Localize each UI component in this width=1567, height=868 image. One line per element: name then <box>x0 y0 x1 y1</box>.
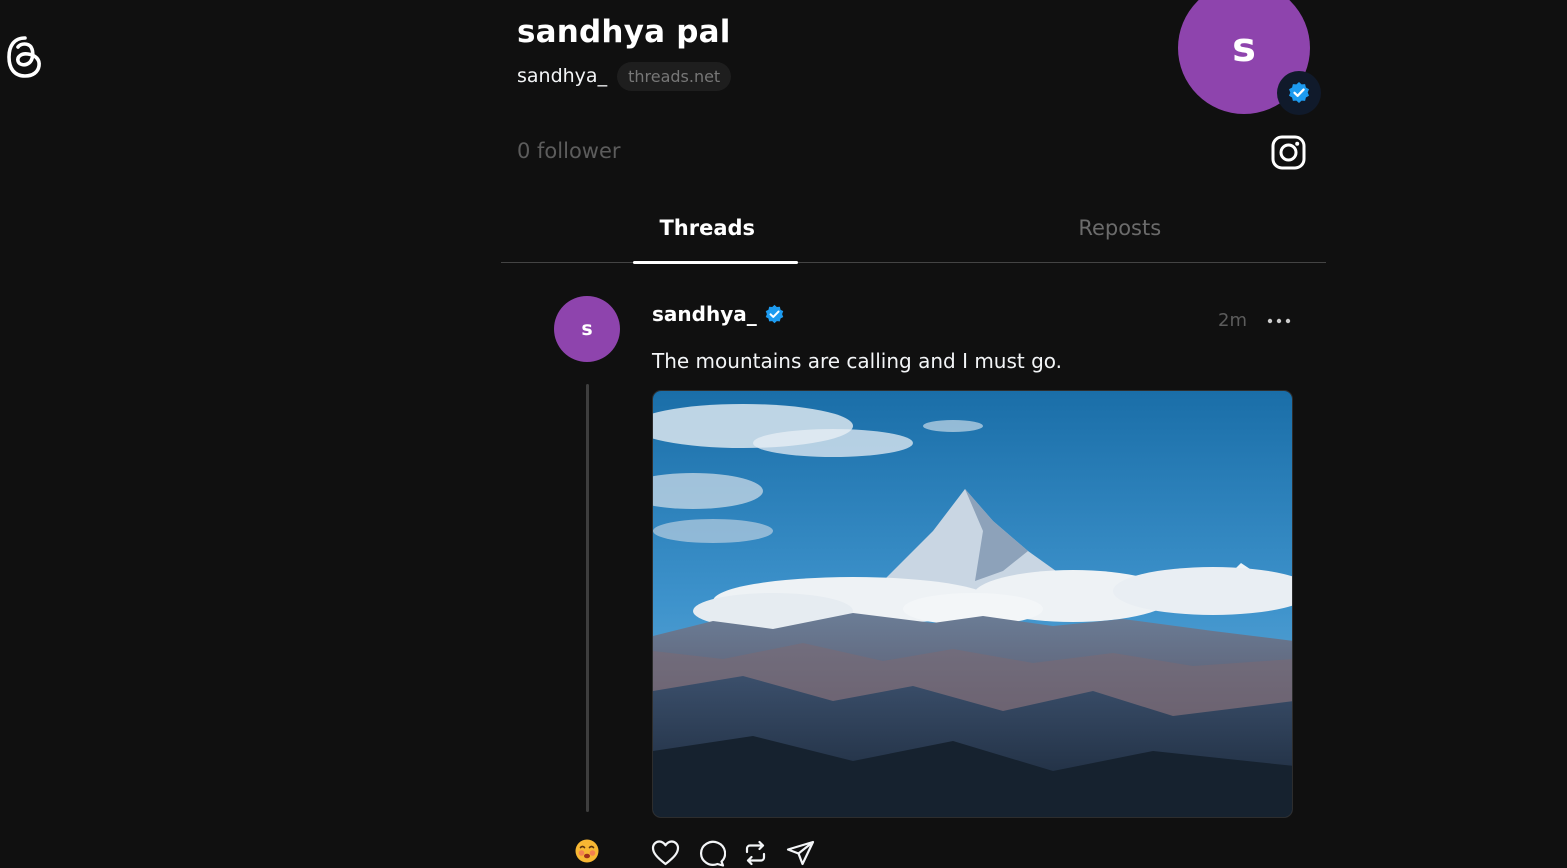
verified-badge-icon <box>1289 82 1309 103</box>
post-username[interactable]: sandhya_ <box>652 302 757 326</box>
post-avatar[interactable]: s <box>554 296 620 362</box>
post-timestamp: 2m <box>1218 310 1247 331</box>
tab-reposts-label: Reposts <box>1078 216 1162 240</box>
thread-line <box>586 384 589 812</box>
post-image[interactable] <box>652 390 1293 818</box>
active-tab-indicator <box>633 261 798 264</box>
profile-name: sandhya pal <box>517 14 731 50</box>
tab-threads-label: Threads <box>659 216 756 240</box>
threads-logo-icon[interactable] <box>4 34 46 80</box>
post-actions <box>650 838 816 868</box>
more-options-icon[interactable] <box>1265 311 1293 331</box>
heart-icon[interactable] <box>650 838 681 868</box>
profile-verified-badge <box>1277 71 1321 115</box>
repost-icon[interactable] <box>740 838 771 868</box>
post-avatar-initial: s <box>581 318 593 340</box>
profile-handle-row: sandhya_ threads.net <box>517 60 732 92</box>
post-author: sandhya_ <box>652 302 785 326</box>
instagram-icon[interactable] <box>1270 134 1307 171</box>
share-icon[interactable] <box>785 838 816 868</box>
blushing-face-emoji-icon <box>575 839 599 863</box>
verified-badge-icon <box>765 304 783 323</box>
tab-reposts[interactable]: Reposts <box>914 206 1327 262</box>
comment-icon[interactable] <box>695 838 726 868</box>
domain-badge[interactable]: threads.net <box>617 61 732 91</box>
profile-handle: sandhya_ <box>517 65 608 87</box>
mountain-photo <box>653 391 1292 817</box>
post-text: The mountains are calling and I must go. <box>652 349 1063 373</box>
follower-count[interactable]: 0 follower <box>517 139 621 163</box>
tab-threads[interactable]: Threads <box>501 206 914 264</box>
profile-avatar-initial: s <box>1232 25 1256 71</box>
profile-tabs: Threads Reposts <box>501 206 1327 264</box>
